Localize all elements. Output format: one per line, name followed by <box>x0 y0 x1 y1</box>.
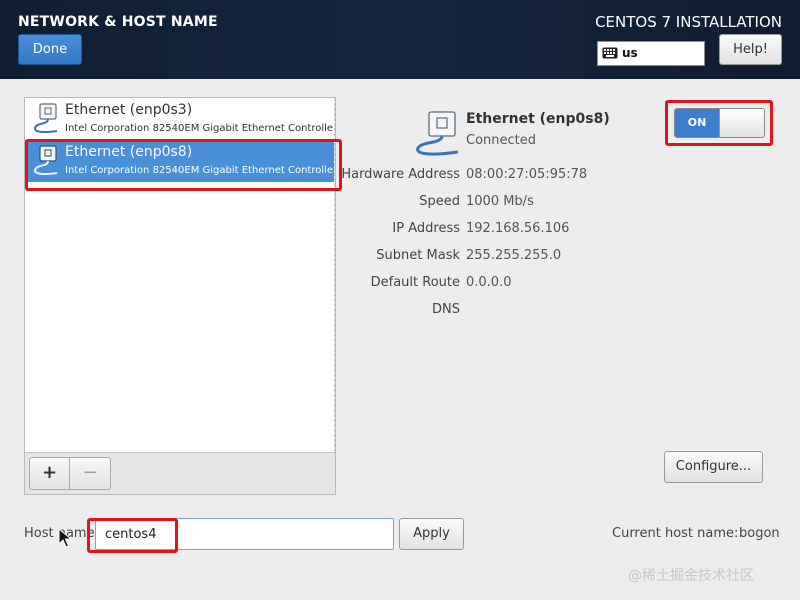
default-route-label: Default Route <box>370 275 460 290</box>
top-bar: NETWORK & HOST NAME Done CENTOS 7 INSTAL… <box>0 0 800 79</box>
speed-label: Speed <box>419 194 460 209</box>
host-name-input[interactable] <box>95 518 394 550</box>
keyboard-layout-indicator[interactable]: us <box>597 41 705 66</box>
keyboard-icon <box>602 47 618 62</box>
default-route-value: 0.0.0.0 <box>466 275 512 290</box>
configure-button[interactable]: Configure... <box>664 451 763 483</box>
dns-label: DNS <box>432 302 460 317</box>
toggle-on-label: ON <box>675 109 719 137</box>
ethernet-icon <box>412 110 462 162</box>
watermark: @稀土掘金技术社区 <box>628 568 754 584</box>
interface-name: Ethernet (enp0s8) <box>65 144 193 160</box>
subnet-mask-label: Subnet Mask <box>376 248 460 263</box>
current-host-name-label: Current host name: <box>612 526 739 541</box>
ip-address-label: IP Address <box>392 221 460 236</box>
interface-list-toolbar: + − <box>25 452 335 494</box>
toggle-knob[interactable] <box>719 109 764 137</box>
installation-title: CENTOS 7 INSTALLATION <box>595 13 782 31</box>
interface-description: Intel Corporation 82540EM Gigabit Ethern… <box>65 123 335 134</box>
connection-status: Connected <box>466 133 537 148</box>
help-button[interactable]: Help! <box>719 34 782 65</box>
add-interface-button[interactable]: + <box>29 457 70 490</box>
ethernet-icon <box>31 145 61 181</box>
ethernet-icon <box>31 103 61 139</box>
ip-address-value: 192.168.56.106 <box>466 221 570 236</box>
interface-item-enp0s8[interactable]: Ethernet (enp0s8) Intel Corporation 8254… <box>25 140 335 182</box>
interface-detail-name: Ethernet (enp0s8) <box>466 111 610 127</box>
interface-list-panel: Ethernet (enp0s3) Intel Corporation 8254… <box>24 97 336 495</box>
done-button[interactable]: Done <box>18 34 82 65</box>
interface-item-enp0s3[interactable]: Ethernet (enp0s3) Intel Corporation 8254… <box>25 98 335 140</box>
keyboard-layout-text: us <box>622 46 638 60</box>
remove-interface-button[interactable]: − <box>70 457 111 490</box>
apply-button[interactable]: Apply <box>399 518 464 550</box>
speed-value: 1000 Mb/s <box>466 194 534 209</box>
mouse-pointer-icon <box>58 527 73 552</box>
interface-name: Ethernet (enp0s3) <box>65 102 193 118</box>
hardware-address-value: 08:00:27:05:95:78 <box>466 167 588 182</box>
page-title: NETWORK & HOST NAME <box>18 14 218 30</box>
interface-description: Intel Corporation 82540EM Gigabit Ethern… <box>65 165 335 176</box>
interface-list: Ethernet (enp0s3) Intel Corporation 8254… <box>25 98 335 452</box>
subnet-mask-value: 255.255.255.0 <box>466 248 562 263</box>
hardware-address-label: Hardware Address <box>341 167 460 182</box>
current-host-name-value: bogon <box>739 526 780 541</box>
connection-toggle[interactable]: ON <box>674 108 765 138</box>
